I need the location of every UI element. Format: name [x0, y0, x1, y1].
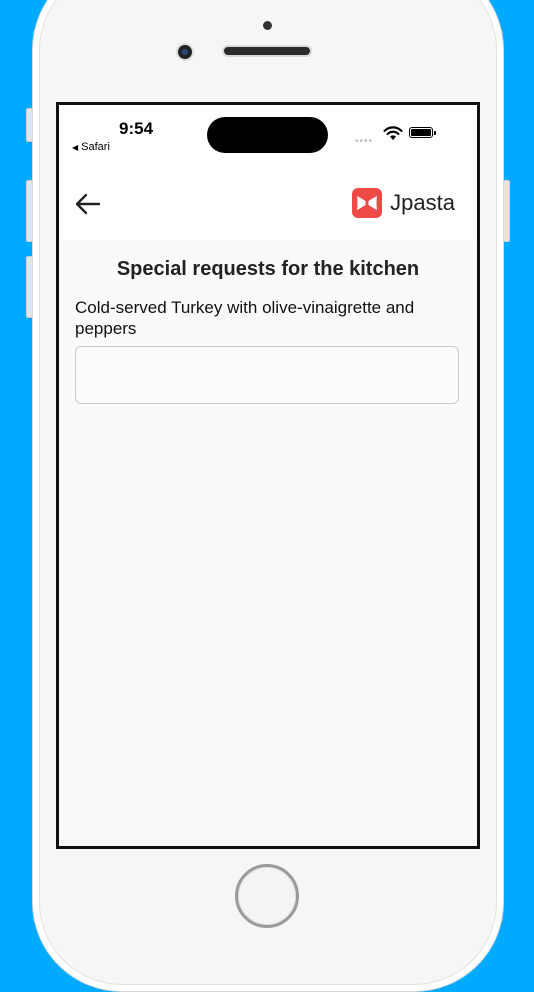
menu-item-name: Cold-served Turkey with olive-vinaigrett…	[75, 298, 415, 338]
cellular-signal-icon: ••••	[355, 136, 374, 147]
nav-bar: Jpasta	[59, 165, 477, 240]
brand: Jpasta	[352, 187, 455, 219]
dynamic-island	[207, 117, 328, 153]
bowtie-pasta-icon	[352, 188, 383, 218]
battery-icon	[409, 127, 436, 138]
wifi-icon	[383, 126, 403, 140]
special-request-input[interactable]	[75, 346, 459, 404]
brand-name: Jpasta	[390, 190, 455, 215]
back-app-label: Safari	[81, 141, 110, 153]
power-button	[503, 180, 510, 242]
phone-screen: 9:54 ◀ Safari •••• Jpasta Special reques…	[56, 102, 480, 849]
earpiece-speaker	[224, 47, 310, 55]
back-triangle-icon: ◀	[72, 143, 79, 152]
proximity-sensor	[263, 21, 272, 30]
front-camera	[178, 45, 192, 59]
status-time: 9:54	[119, 119, 154, 138]
main-content: Special requests for the kitchen Cold-se…	[59, 240, 477, 846]
status-bar: 9:54 ◀ Safari ••••	[59, 105, 477, 165]
back-to-safari[interactable]: ◀ Safari	[72, 141, 110, 153]
arrow-left-icon[interactable]	[73, 189, 103, 219]
page-title: Special requests for the kitchen	[116, 258, 420, 280]
home-button[interactable]	[235, 864, 299, 928]
